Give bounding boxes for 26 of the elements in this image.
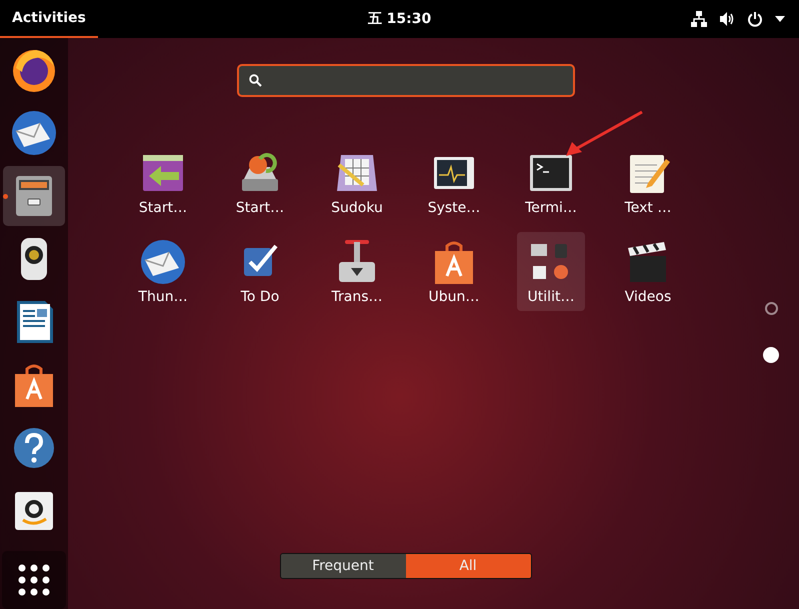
search-icon (248, 74, 262, 87)
app-launcher[interactable]: Text … (614, 143, 682, 222)
activities-button[interactable]: Activities (0, 0, 98, 38)
dropdown-icon[interactable] (775, 16, 785, 22)
app-launcher[interactable]: Termi… (517, 143, 585, 222)
app-launcher[interactable]: Ubun… (420, 232, 488, 311)
show-apps-button[interactable] (2, 551, 66, 609)
app-launcher[interactable]: Trans… (323, 232, 391, 311)
envelope-bird-icon (139, 238, 187, 286)
clock[interactable]: 五 15:30 (368, 10, 432, 28)
network-icon[interactable] (691, 11, 707, 27)
app-launcher[interactable]: To Do (226, 232, 294, 311)
envelope-bird-icon (10, 109, 58, 157)
power-icon[interactable] (747, 11, 763, 27)
app-launcher[interactable]: Syste… (420, 143, 488, 222)
app-launcher[interactable]: Start… (129, 143, 197, 222)
app-launcher[interactable]: Sudoku (323, 143, 391, 222)
page-indicator[interactable] (763, 347, 779, 363)
app-launcher[interactable]: Start… (226, 143, 294, 222)
search-field[interactable] (236, 64, 574, 97)
app-grid-icon (17, 563, 51, 597)
volume-icon[interactable] (719, 11, 735, 27)
view-tab[interactable]: Frequent (280, 554, 406, 578)
app-launcher[interactable]: Videos (614, 232, 682, 311)
app-launcher[interactable]: Thun… (129, 232, 197, 311)
app-folder[interactable]: Utilit… (517, 232, 585, 311)
